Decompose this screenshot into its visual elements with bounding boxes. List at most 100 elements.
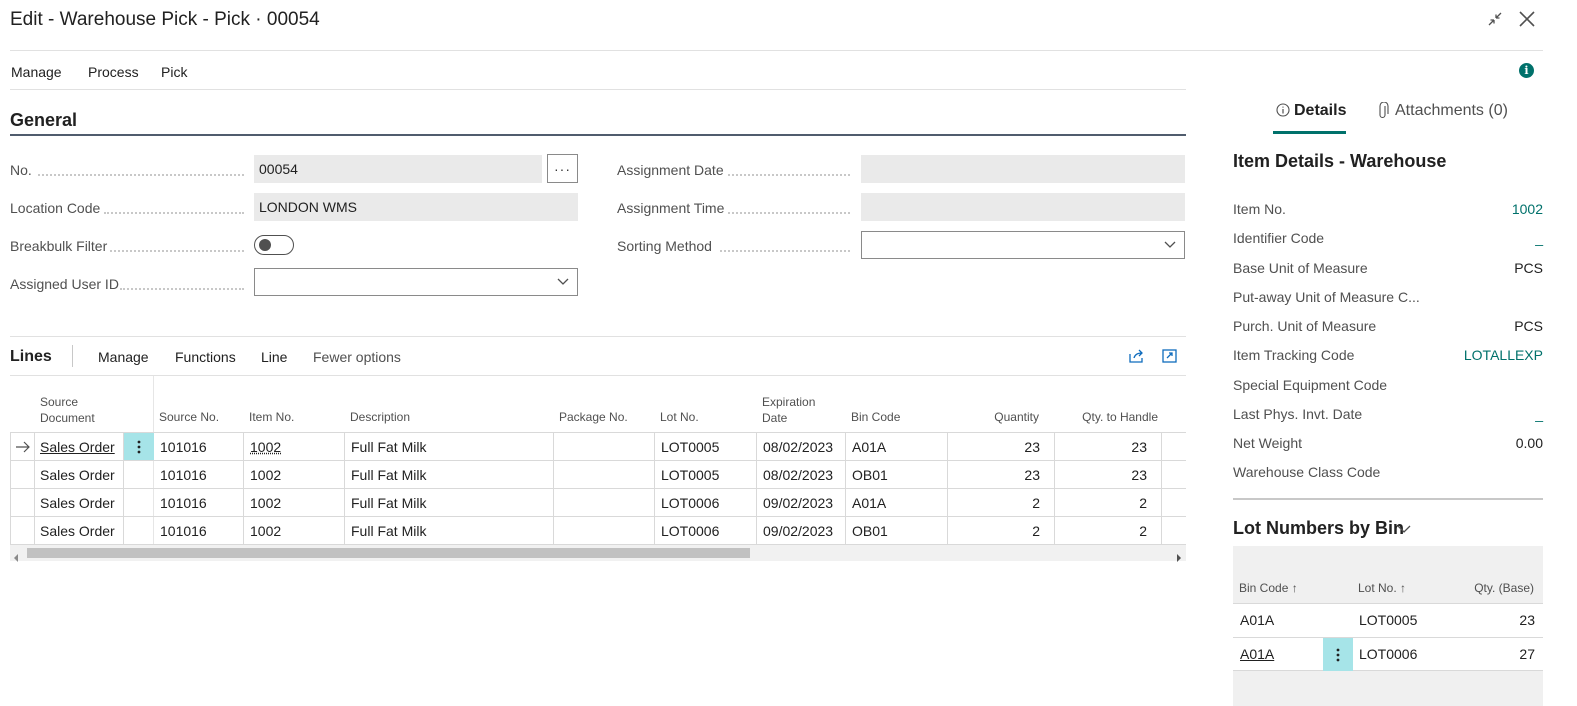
item-details-title[interactable]: Item Details - Warehouse (1233, 151, 1446, 172)
fb-last-phys-invt-value[interactable]: _ (1420, 406, 1543, 422)
lines-title[interactable]: Lines (10, 348, 52, 366)
close-icon[interactable] (1516, 8, 1538, 30)
col-divider (34, 433, 35, 545)
lot-no-cell: LOT0006 (661, 523, 720, 539)
lbb-row-actions-button[interactable] (1323, 638, 1353, 671)
title-divider (10, 50, 1543, 51)
lbb-col-bin-code[interactable]: Bin Code ↑ (1239, 580, 1298, 596)
chevron-down-icon (557, 278, 569, 285)
scroll-left-icon[interactable] (13, 549, 19, 562)
fb-item-tracking-code-label: Item Tracking Code (1233, 347, 1355, 363)
share-icon[interactable] (1128, 348, 1146, 364)
bin-code-cell: OB01 (852, 467, 888, 483)
lines-functions[interactable]: Functions (175, 349, 236, 365)
qty-to-handle-cell[interactable]: 23 (1054, 467, 1147, 483)
lines-fewer-options[interactable]: Fewer options (313, 349, 401, 365)
more-vertical-icon (1336, 648, 1340, 661)
lbb-row[interactable]: A01A LOT0006 27 (1233, 637, 1543, 671)
leader-dots (120, 288, 244, 290)
col-qty-to-handle[interactable]: Qty. to Handle (1054, 409, 1158, 425)
lbb-row[interactable]: A01A LOT0005 23 (1233, 603, 1543, 637)
fb-purch-uom-label: Purch. Unit of Measure (1233, 318, 1377, 334)
lot-by-bin-grid: Bin Code ↑ Lot No. ↑ Qty. (Base) A01A LO… (1233, 546, 1543, 706)
sorting-method-select[interactable] (861, 231, 1185, 259)
lbb-bin-code-cell[interactable]: A01A (1240, 646, 1274, 662)
col-expiration-date[interactable]: Expiration Date (762, 394, 815, 426)
item-no-cell[interactable]: 1002 (250, 495, 281, 511)
tab-attachments[interactable]: Attachments (0) (1395, 102, 1508, 120)
lot-by-bin-title[interactable]: Lot Numbers by Bin (1233, 518, 1404, 539)
horizontal-scrollbar[interactable] (10, 545, 1186, 562)
lbb-bin-code-cell[interactable]: A01A (1240, 612, 1274, 628)
source-document-cell[interactable]: Sales Order (40, 523, 115, 539)
lbb-qty-base-cell: 23 (1519, 612, 1535, 628)
lines-line[interactable]: Line (261, 349, 287, 365)
col-source-document-line1: Source (40, 395, 79, 409)
chevron-down-icon[interactable] (1397, 522, 1411, 536)
row-actions-button[interactable] (124, 433, 154, 460)
source-document-cell[interactable]: Sales Order (40, 439, 115, 455)
no-field[interactable]: 00054 (254, 155, 542, 183)
item-no-cell[interactable]: 1002 (250, 439, 281, 455)
action-process[interactable]: Process (88, 64, 139, 80)
collapse-arrows-icon[interactable] (1484, 8, 1506, 30)
lbb-qty-base-cell: 27 (1519, 646, 1535, 662)
grid-body: Sales Order 101016 1002 Full Fat Milk LO… (10, 432, 1186, 545)
col-source-no[interactable]: Source No. (159, 409, 219, 425)
row-divider (10, 488, 1186, 489)
location-code-field: LONDON WMS (254, 193, 578, 221)
col-item-no[interactable]: Item No. (249, 409, 294, 425)
source-document-cell[interactable]: Sales Order (40, 467, 115, 483)
scroll-right-icon[interactable] (1176, 549, 1182, 562)
fb-purch-uom-value: PCS (1514, 318, 1543, 334)
source-document-cell[interactable]: Sales Order (40, 495, 115, 511)
lot-no-cell: LOT0006 (661, 495, 720, 511)
fb-item-no-label: Item No. (1233, 201, 1286, 217)
fb-identifier-code-label: Identifier Code (1233, 230, 1325, 246)
lbb-col-lot-no[interactable]: Lot No. ↑ (1358, 580, 1406, 596)
lot-no-cell: LOT0005 (661, 439, 720, 455)
leader-dots (728, 212, 850, 214)
page-title: Edit - Warehouse Pick - Pick · 00054 (10, 9, 320, 30)
breakbulk-filter-label: Breakbulk Filter (10, 238, 108, 254)
assigned-user-id-select[interactable] (254, 268, 578, 296)
expand-icon[interactable] (1161, 348, 1179, 364)
col-description[interactable]: Description (350, 409, 410, 425)
general-section-title[interactable]: General (10, 110, 77, 131)
lot-no-cell: LOT0005 (661, 467, 720, 483)
col-quantity[interactable]: Quantity (947, 409, 1039, 425)
action-manage[interactable]: Manage (11, 64, 62, 80)
general-underline (10, 134, 1186, 136)
breakbulk-filter-toggle[interactable] (254, 235, 294, 255)
no-lookup-button[interactable]: ··· (547, 154, 578, 183)
col-bin-code[interactable]: Bin Code (851, 409, 900, 425)
fb-item-tracking-code-value[interactable]: LOTALLEXP (1420, 347, 1543, 363)
lbb-col-qty-base[interactable]: Qty. (Base) (1433, 580, 1534, 596)
source-no-cell: 101016 (160, 495, 207, 511)
fb-special-equipment-label: Special Equipment Code (1233, 377, 1388, 393)
col-divider (845, 433, 846, 545)
leader-dots (720, 250, 850, 252)
item-no-cell[interactable]: 1002 (250, 467, 281, 483)
tab-details-indicator (1273, 131, 1346, 134)
qty-to-handle-cell[interactable]: 2 (1054, 523, 1147, 539)
description-cell: Full Fat Milk (351, 495, 427, 511)
tab-details[interactable]: Details (1294, 102, 1346, 120)
col-package-no[interactable]: Package No. (559, 409, 628, 425)
action-pick[interactable]: Pick (161, 64, 187, 80)
lines-manage[interactable]: Manage (98, 349, 149, 365)
col-source-document[interactable]: Source Document (40, 394, 95, 426)
col-divider (10, 433, 11, 545)
item-no-cell[interactable]: 1002 (250, 523, 281, 539)
fb-item-no-value[interactable]: 1002 (1420, 201, 1543, 217)
more-vertical-icon (137, 440, 141, 453)
qty-to-handle-cell[interactable]: 23 (1054, 439, 1147, 455)
fb-base-uom-label: Base Unit of Measure (1233, 260, 1368, 276)
qty-to-handle-cell[interactable]: 2 (1054, 495, 1147, 511)
no-label: No. (10, 162, 32, 178)
scrollbar-thumb[interactable] (27, 548, 750, 558)
col-lot-no[interactable]: Lot No. (660, 409, 699, 425)
fb-identifier-code-value[interactable]: _ (1420, 230, 1543, 246)
col-divider (654, 433, 655, 545)
info-icon[interactable]: i (1519, 63, 1534, 78)
